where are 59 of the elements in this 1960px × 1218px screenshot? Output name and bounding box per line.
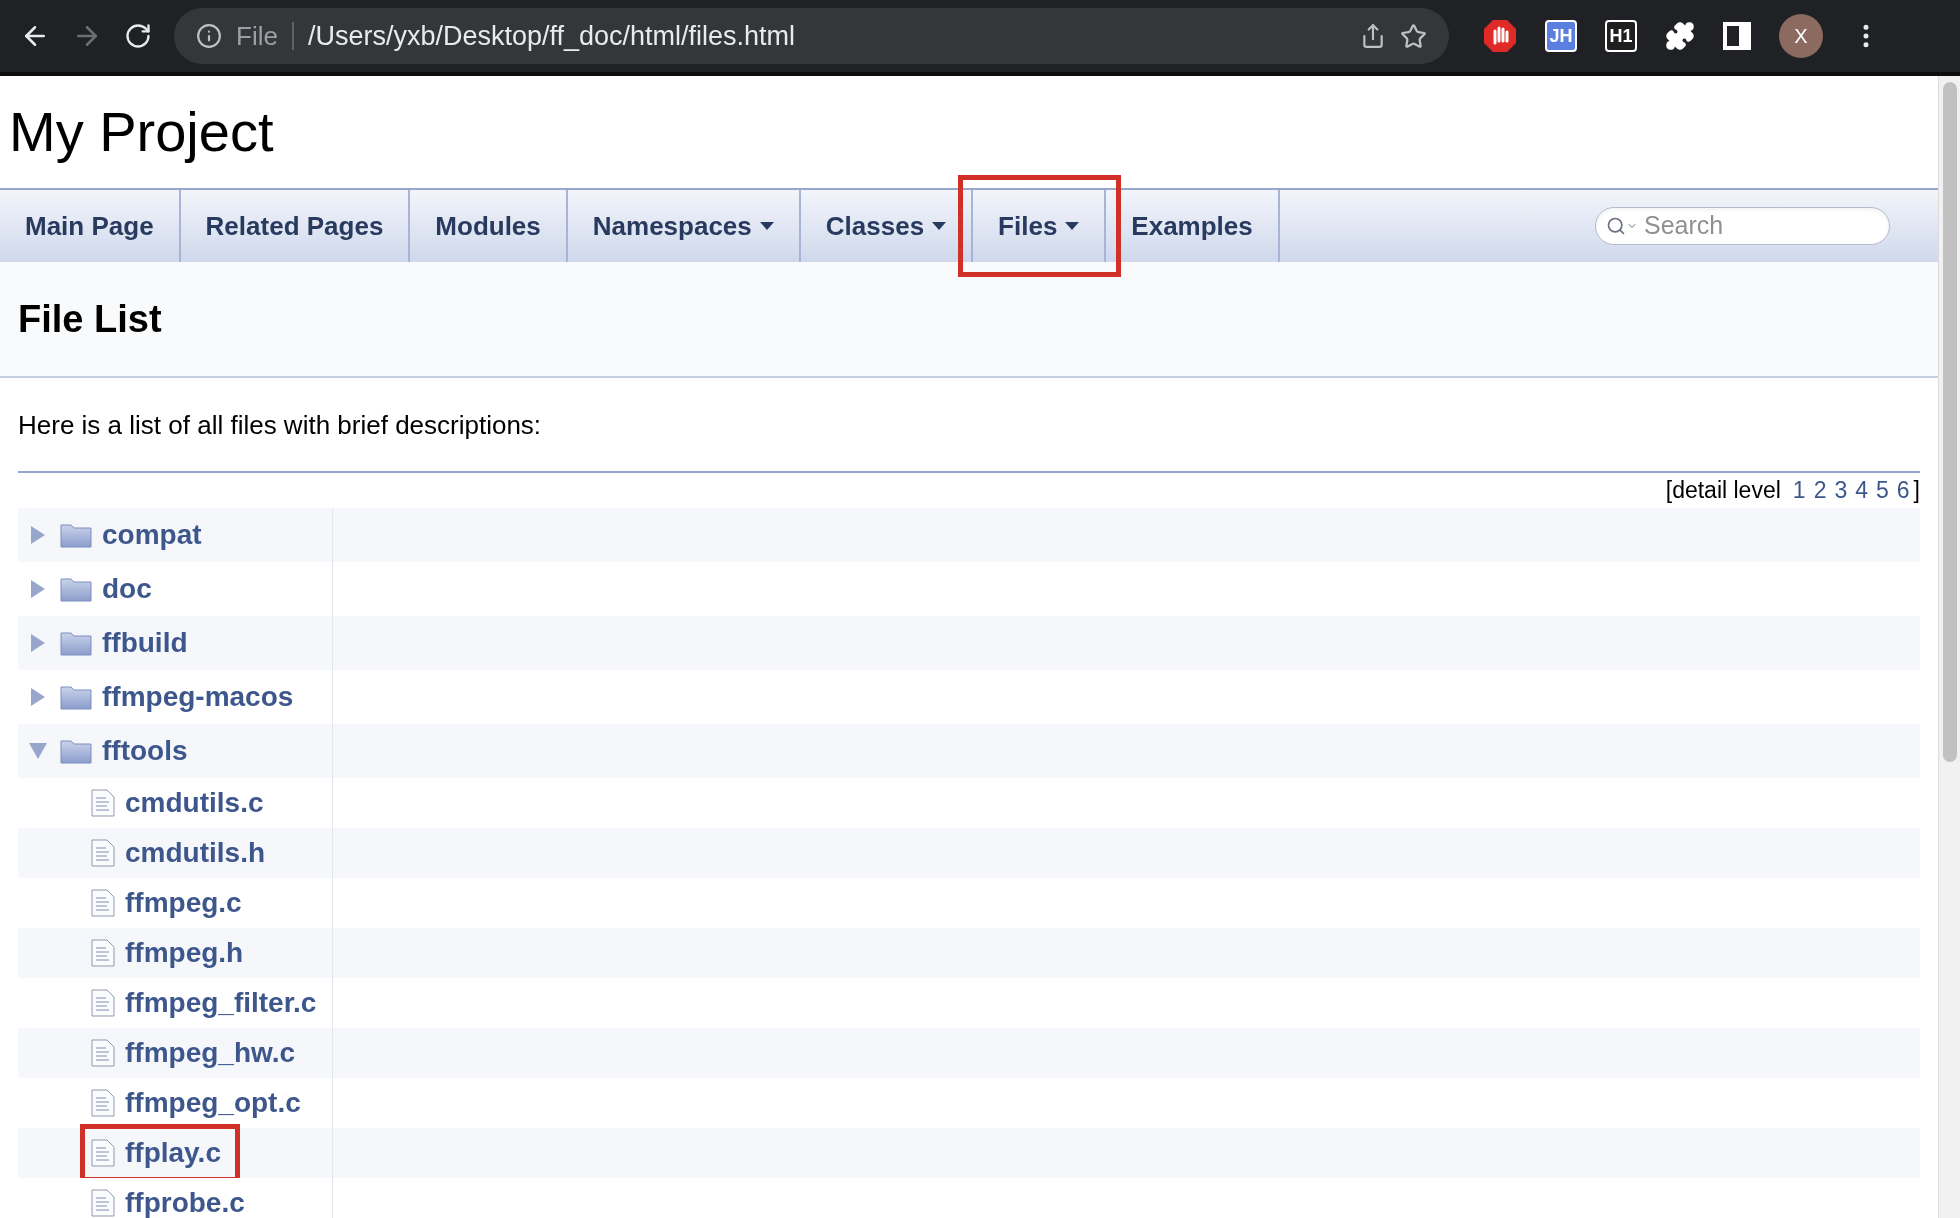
folder-icon [60, 629, 92, 656]
document-icon [91, 838, 115, 867]
file-link[interactable]: ffmpeg_opt.c [125, 1081, 301, 1124]
scrollbar-thumb[interactable] [1942, 82, 1957, 762]
search-field[interactable]: Search [1595, 207, 1890, 245]
detail-level-label: [detail level [1665, 476, 1781, 505]
scheme-label: File [236, 19, 278, 53]
document-icon [91, 788, 115, 817]
document-icon [91, 938, 115, 967]
share-icon[interactable] [1360, 23, 1386, 49]
address-bar[interactable]: File /Users/yxb/Desktop/ff_doc/html/files.html [174, 8, 1449, 64]
detail-level-link[interactable]: 2 [1813, 473, 1827, 508]
reload-icon[interactable] [124, 22, 152, 50]
detail-level-link[interactable]: 3 [1834, 473, 1848, 508]
file-link[interactable]: ffmpeg.h [125, 931, 244, 974]
folder-link[interactable]: compat [102, 513, 202, 556]
file-link[interactable]: ffmpeg_filter.c [125, 981, 317, 1024]
detail-level-bracket: ] [1913, 476, 1920, 505]
file-link[interactable]: cmdutils.c [125, 781, 264, 824]
folder-icon [60, 683, 92, 710]
url-text: /Users/yxb/Desktop/ff_doc/html/files.html [307, 19, 797, 53]
file-link[interactable]: cmdutils.h [125, 831, 265, 874]
folder-link[interactable]: doc [102, 567, 152, 610]
dropdown-caret-icon [932, 222, 947, 230]
sidebar-icon[interactable] [1723, 22, 1751, 50]
extension-badge[interactable]: JH [1545, 20, 1577, 52]
hand-stop-icon[interactable] [1483, 19, 1517, 53]
folder-icon [60, 575, 92, 602]
search-input[interactable]: Search [1644, 207, 1879, 245]
extension-badge[interactable]: H1 [1605, 20, 1637, 52]
detail-level-link[interactable]: 4 [1855, 473, 1868, 508]
dropdown-caret-icon [1065, 222, 1080, 230]
folder-icon [60, 737, 92, 764]
document-icon [91, 1038, 115, 1067]
page-title: File List [18, 296, 162, 342]
nav-tab[interactable]: Files [973, 190, 1107, 262]
file-link[interactable]: ffmpeg_hw.c [125, 1031, 296, 1074]
description-text: Here is a list of all files with brief descriptions: [18, 409, 543, 442]
document-icon [91, 1088, 115, 1117]
folder-link[interactable]: ffbuild [102, 621, 188, 664]
file-link[interactable]: ffplay.c [125, 1131, 221, 1174]
info-icon [196, 23, 222, 49]
file-link[interactable]: ffmpeg.c [125, 881, 242, 924]
project-title: My Project [9, 99, 274, 165]
detail-level-link[interactable]: 5 [1876, 473, 1889, 508]
folder-link[interactable]: fftools [102, 729, 188, 772]
folder-link[interactable]: ffmpeg-macos [102, 675, 294, 718]
document-icon [91, 888, 115, 917]
file-link[interactable]: ffprobe.c [125, 1181, 245, 1218]
detail-level-link[interactable]: 1 [1792, 473, 1806, 508]
puzzle-icon[interactable] [1665, 21, 1695, 51]
profile-avatar[interactable]: X [1779, 14, 1823, 58]
document-icon [91, 988, 115, 1017]
bookmark-star-icon[interactable] [1400, 22, 1427, 50]
document-icon [91, 1138, 115, 1167]
dropdown-caret-icon [759, 222, 774, 230]
folder-icon [60, 521, 92, 548]
detail-level-link[interactable]: 6 [1896, 473, 1910, 508]
search-icon [1606, 216, 1626, 236]
